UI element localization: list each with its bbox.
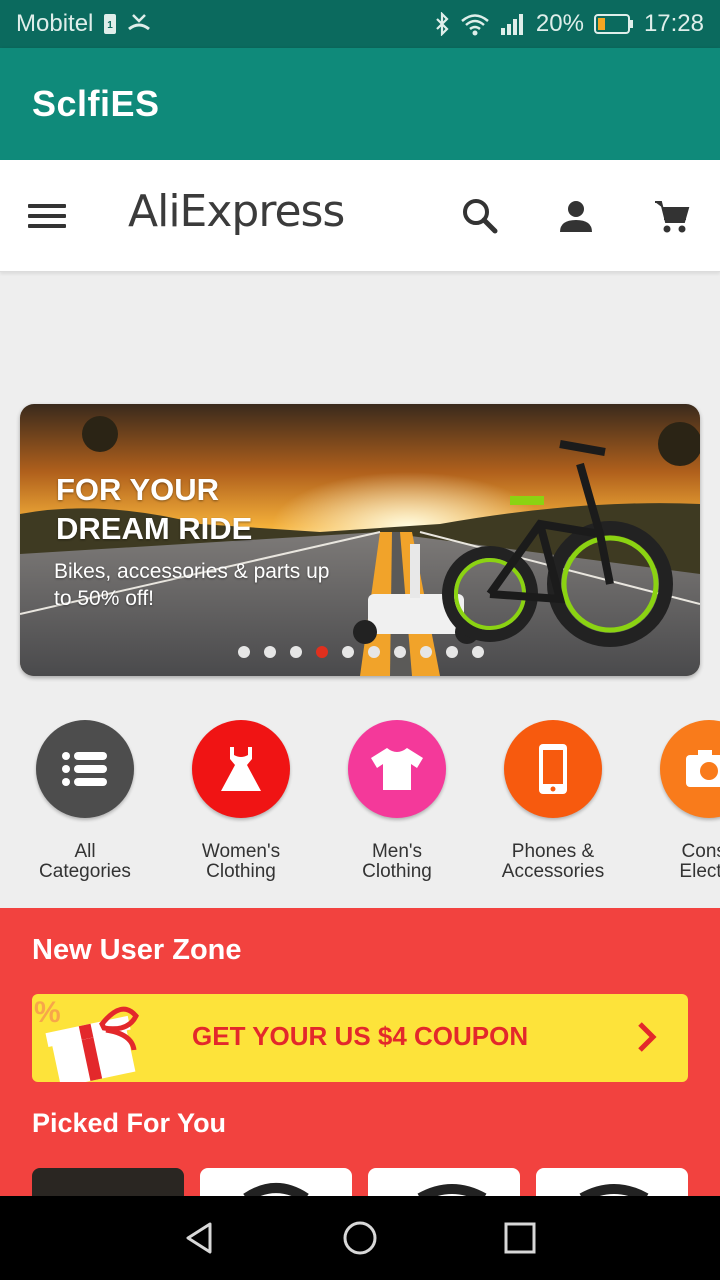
product-image: [243, 1183, 309, 1196]
product-card[interactable]: [368, 1168, 520, 1196]
category-label: Phones & Accessories: [501, 841, 605, 882]
category-label: All Categories: [39, 841, 131, 882]
wifi-icon: [460, 12, 490, 36]
battery-percent: 20%: [535, 10, 584, 37]
category-womens-clothing[interactable]: Women's Clothing: [163, 720, 319, 882]
new-user-zone-title: New User Zone: [32, 934, 242, 966]
carousel-dot[interactable]: [290, 646, 302, 658]
clock: 17:28: [643, 10, 704, 37]
banner-headline: FOR YOUR DREAM RIDE: [56, 472, 253, 546]
carousel-dot[interactable]: [342, 646, 354, 658]
search-icon[interactable]: [456, 192, 504, 240]
coupon-banner[interactable]: % GET YOUR US $4 COUPON: [32, 994, 688, 1082]
product-card[interactable]: [536, 1168, 688, 1196]
category-phones-accessories[interactable]: Phones & Accessories: [475, 720, 631, 882]
tshirt-icon: [348, 720, 446, 818]
category-label: Men's Clothing: [362, 841, 432, 882]
category-label: Consu Electro: [679, 841, 720, 882]
category-row: All Categories Women's Clothing Men's Cl…: [0, 720, 720, 906]
picked-for-you-title: Picked For You: [32, 1108, 227, 1138]
account-icon[interactable]: [552, 192, 600, 240]
chevron-right-icon: [638, 1022, 657, 1052]
signal-icon: [500, 12, 526, 36]
product-card[interactable]: [32, 1168, 184, 1196]
carousel-dot[interactable]: [394, 646, 406, 658]
product-image: [417, 1184, 487, 1196]
app-bar: SclfiES: [0, 48, 720, 160]
bluetooth-icon: [434, 12, 450, 36]
svg-text:%: %: [34, 996, 61, 1029]
status-bar: Mobitel 1 20% 17:28: [0, 0, 720, 48]
aliexpress-logo[interactable]: AliExpress: [128, 186, 345, 237]
phone-icon: [504, 720, 602, 818]
category-consumer-electronics[interactable]: Consu Electro: [631, 720, 720, 882]
carousel-dot[interactable]: [472, 646, 484, 658]
carousel-dot[interactable]: [368, 646, 380, 658]
recents-icon[interactable]: [500, 1218, 540, 1258]
list-icon: [36, 720, 134, 818]
sim-icon: 1: [103, 13, 117, 35]
product-card[interactable]: [200, 1168, 352, 1196]
carousel-dot[interactable]: [446, 646, 458, 658]
back-icon[interactable]: [180, 1218, 220, 1258]
promo-banner[interactable]: FOR YOUR DREAM RIDE Bikes, accessories &…: [20, 404, 700, 676]
dress-icon: [192, 720, 290, 818]
new-user-zone: New User Zone % GET YOUR US $4 COUPON Pi…: [0, 908, 720, 1196]
system-navigation-bar: [0, 1196, 720, 1280]
menu-icon[interactable]: [28, 200, 68, 232]
home-icon[interactable]: [340, 1218, 380, 1258]
carousel-dot[interactable]: [316, 646, 328, 658]
missed-call-icon: [127, 13, 151, 35]
battery-icon: [593, 13, 634, 35]
coupon-text: GET YOUR US $4 COUPON: [192, 1021, 529, 1051]
cart-icon[interactable]: [648, 192, 696, 240]
svg-text:1: 1: [108, 20, 114, 31]
banner-subtext: Bikes, accessories & parts up to 50% off…: [54, 560, 330, 610]
camera-icon: [660, 720, 720, 818]
app-title: SclfiES: [32, 83, 160, 124]
carousel-dot[interactable]: [264, 646, 276, 658]
category-all[interactable]: All Categories: [7, 720, 163, 882]
category-mens-clothing[interactable]: Men's Clothing: [319, 720, 475, 882]
store-header: AliExpress: [0, 160, 720, 272]
carousel-dot[interactable]: [238, 646, 250, 658]
gift-icon: %: [34, 996, 139, 1082]
category-label: Women's Clothing: [201, 841, 281, 882]
carousel-indicator: [238, 646, 484, 658]
carrier-name: Mobitel: [16, 10, 94, 37]
carousel-dot[interactable]: [420, 646, 432, 658]
product-image: [579, 1184, 649, 1196]
